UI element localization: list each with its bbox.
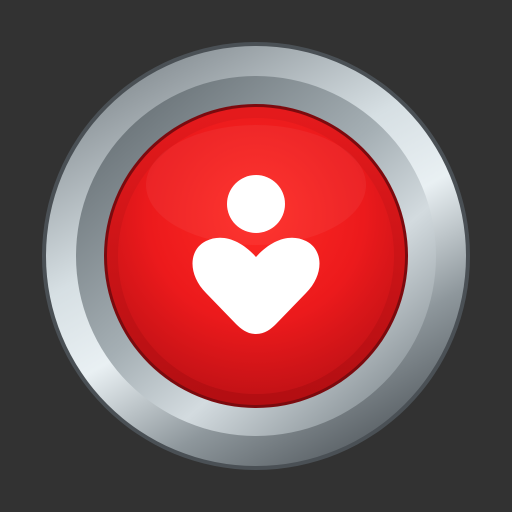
person-head-shape [227,175,285,233]
app-icon [0,0,512,512]
app-icon-artwork [42,42,470,470]
